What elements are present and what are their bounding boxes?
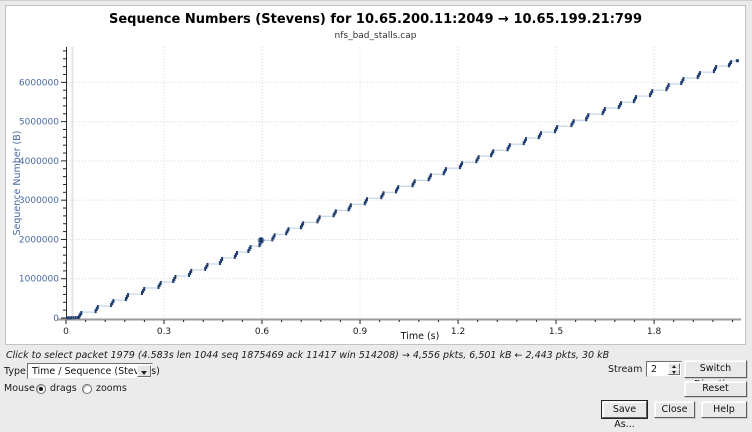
mouse-drags-label[interactable]: drags <box>50 383 77 394</box>
mouse-label: Mouse <box>4 383 35 394</box>
svg-text:3000000: 3000000 <box>19 196 59 206</box>
svg-text:0.9: 0.9 <box>353 327 368 337</box>
stream-value: 2 <box>651 364 657 375</box>
svg-text:1.5: 1.5 <box>549 327 563 337</box>
chevron-down-icon[interactable] <box>137 365 151 377</box>
save-as-button[interactable]: Save As... <box>602 401 647 418</box>
close-button[interactable]: Close <box>654 401 695 418</box>
status-hint: Click to select packet 1979 (4.583s len … <box>6 350 746 361</box>
plot-content: 0 0.3 0.6 0.9 1.2 1.5 1.8 0 1000000 2000000 300000… <box>19 47 741 337</box>
svg-text:0.6: 0.6 <box>255 327 270 337</box>
svg-text:2000000: 2000000 <box>19 235 59 245</box>
spinner-down-icon[interactable] <box>668 369 680 376</box>
mouse-zooms-radio[interactable] <box>82 384 92 394</box>
type-label: Type <box>4 366 26 377</box>
sequence-plot[interactable]: Sequence Number (B) Time (s) 0 0.3 0.6 0.9 1… <box>6 6 745 344</box>
mouse-zooms-label[interactable]: zooms <box>96 383 127 394</box>
chart-panel: Sequence Numbers (Stevens) for 10.65.200… <box>5 5 746 345</box>
svg-text:1000000: 1000000 <box>19 275 59 285</box>
stream-label: Stream <box>608 364 642 375</box>
svg-text:6000000: 6000000 <box>19 78 59 88</box>
svg-text:1.2: 1.2 <box>451 327 465 337</box>
svg-text:4000000: 4000000 <box>19 157 59 167</box>
mouse-drags-radio[interactable] <box>36 384 46 394</box>
reset-button[interactable]: Reset <box>684 381 747 397</box>
tcp-stream-graph-window: Sequence Numbers (Stevens) for 10.65.200… <box>0 0 752 423</box>
svg-text:1.8: 1.8 <box>647 327 662 337</box>
stream-spinner[interactable]: 2 <box>646 361 682 377</box>
svg-text:5000000: 5000000 <box>19 118 59 128</box>
svg-text:0.3: 0.3 <box>157 327 171 337</box>
svg-text:0: 0 <box>63 327 69 337</box>
graph-type-select[interactable]: Time / Sequence (Stevens) <box>27 363 153 379</box>
y-axis-title: Sequence Number (B) <box>12 131 23 236</box>
switch-direction-button[interactable]: Switch Direction <box>684 360 747 378</box>
svg-text:0: 0 <box>53 314 59 324</box>
x-axis-title: Time (s) <box>400 331 440 342</box>
help-button[interactable]: Help <box>701 401 747 418</box>
